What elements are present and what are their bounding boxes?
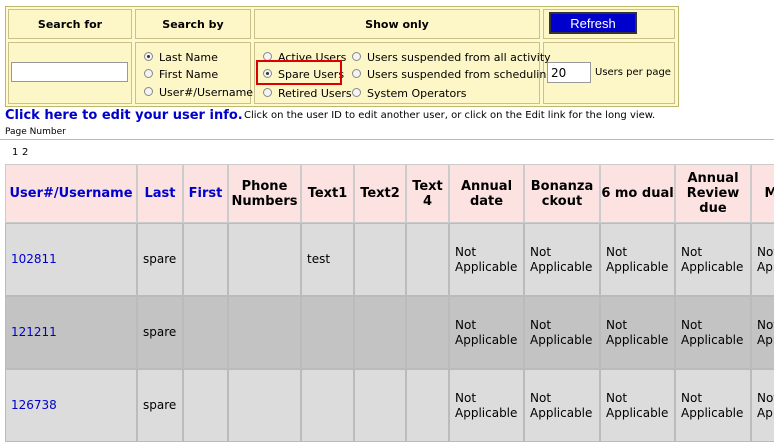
table-row-phone [228,223,301,296]
search-by-last-name-label: Last Name [159,51,218,64]
suspended-all-label: Users suspended from all activity [367,51,551,64]
search-by-username-radio[interactable] [144,87,153,96]
table-row-last: spare [137,296,183,369]
suspended-scheduling-label: Users suspended from scheduling [367,68,554,81]
table-row-user-id[interactable]: 121211 [5,296,137,369]
refresh-button[interactable]: Refresh [549,12,637,34]
retired-users-radio[interactable] [263,88,272,97]
search-by-first-name-label: First Name [159,68,219,81]
table-row-annual-date: Not Applicable [449,296,524,369]
table-row-text2 [354,223,406,296]
table-row-bonanza-ckout: Not Applicable [524,223,600,296]
table-row-m: Not Applicable [751,296,774,369]
spare-users-highlight [256,60,342,85]
edit-user-info-link[interactable]: Click here to edit your user info. [5,108,243,123]
table-row-first [183,296,228,369]
column-header-text2: Text2 [354,164,406,223]
suspended-scheduling-radio[interactable] [352,69,361,78]
table-row-text4 [406,223,449,296]
page-number-label: Page Number [5,127,66,137]
column-header-6mo-dual: 6 mo dual [600,164,675,223]
column-header-bonanza-ckout: Bonanza ckout [524,164,600,223]
column-header-text4: Text 4 [406,164,449,223]
table-row-m: Not Applicable [751,223,774,296]
table-row-phone [228,369,301,442]
column-header-phone: Phone Numbers [228,164,301,223]
table-row-phone [228,296,301,369]
column-header-last[interactable]: Last [137,164,183,223]
table-row-6mo-dual: Not Applicable [600,223,675,296]
table-row-bonanza-ckout: Not Applicable [524,296,600,369]
column-header-user[interactable]: User#/Username [5,164,137,223]
table-row-last: spare [137,223,183,296]
table-row-annual-review: Not Applicable [675,223,751,296]
users-per-page-label: Users per page [595,67,671,78]
system-operators-label: System Operators [367,87,467,100]
table-row-text4 [406,296,449,369]
column-header-annual-review: Annual Review due [675,164,751,223]
users-per-page-input[interactable] [547,62,591,83]
search-by-header: Search by [135,9,251,39]
retired-users-label: Retired Users [278,87,352,100]
search-by-first-name-radio[interactable] [144,69,153,78]
table-row-text2 [354,369,406,442]
pagination-bar: 1 2 [0,139,774,165]
table-row-bonanza-ckout: Not Applicable [524,369,600,442]
search-by-last-name-radio[interactable] [144,52,153,61]
column-header-text1: Text1 [301,164,354,223]
table-row-last: spare [137,369,183,442]
column-header-first[interactable]: First [183,164,228,223]
column-header-m: M [751,164,774,223]
table-row-text1: test [301,223,354,296]
show-only-header: Show only [254,9,540,39]
column-header-annual-date: Annual date [449,164,524,223]
table-row-annual-review: Not Applicable [675,369,751,442]
table-row-text4 [406,369,449,442]
table-row-first [183,369,228,442]
table-row-first [183,223,228,296]
system-operators-radio[interactable] [352,88,361,97]
table-row-annual-date: Not Applicable [449,223,524,296]
suspended-all-radio[interactable] [352,52,361,61]
table-row-text1 [301,296,354,369]
table-row-text1 [301,369,354,442]
table-row-user-id[interactable]: 102811 [5,223,137,296]
search-by-username-label: User#/Username [159,86,254,99]
table-row-6mo-dual: Not Applicable [600,296,675,369]
table-row-annual-date: Not Applicable [449,369,524,442]
search-for-header: Search for [8,9,132,39]
table-row-m: Not Applicable [751,369,774,442]
edit-user-note: Click on the user ID to edit another use… [244,110,656,121]
table-row-annual-review: Not Applicable [675,296,751,369]
search-input[interactable] [11,62,128,82]
page-link-2[interactable]: 2 [22,147,28,158]
page-link-1[interactable]: 1 [12,147,18,158]
table-row-6mo-dual: Not Applicable [600,369,675,442]
table-row-text2 [354,296,406,369]
table-row-user-id[interactable]: 126738 [5,369,137,442]
